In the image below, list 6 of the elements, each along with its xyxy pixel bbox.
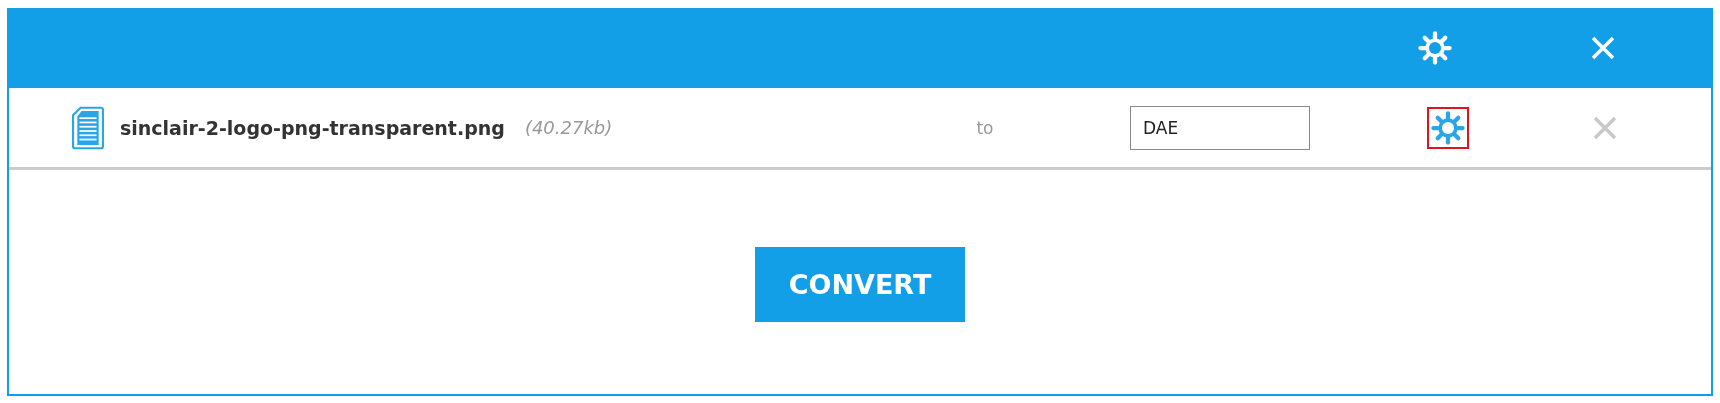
- format-field[interactable]: DAE: [1130, 105, 1310, 150]
- file-name: sinclair-2-logo-png-transparent.png: [120, 116, 505, 139]
- to-label: to: [975, 117, 995, 138]
- settings-button[interactable]: [1427, 106, 1469, 149]
- file-size: (40.27kb): [524, 117, 613, 138]
- document-icon: [72, 105, 104, 150]
